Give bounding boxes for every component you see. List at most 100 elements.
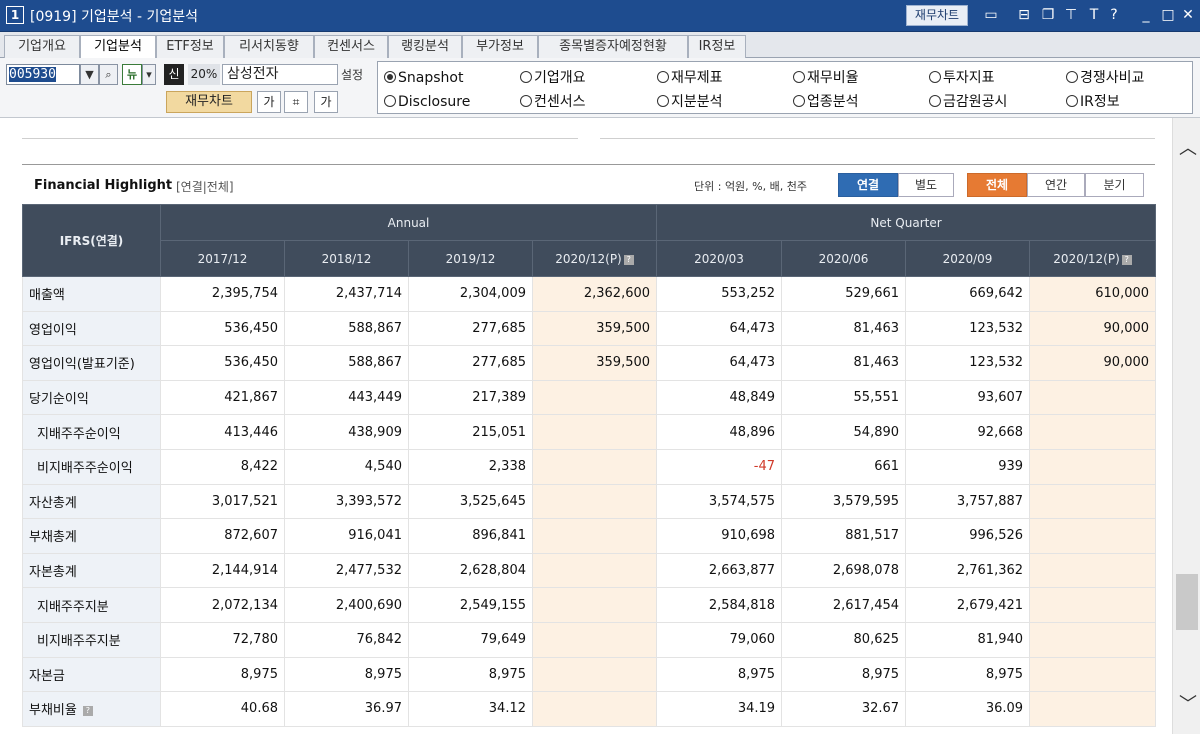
table-cell: 36.09 [905, 691, 1031, 727]
row-label[interactable]: 영업이익(발표기준) [22, 345, 161, 381]
radio-dot [520, 71, 532, 83]
column-header: 2020/12(P)? [531, 240, 658, 277]
tab-company-overview[interactable]: 기업개요 [4, 35, 80, 58]
section-separator [22, 164, 1155, 165]
radio-disclosure[interactable]: Disclosure [384, 93, 470, 111]
company-name-field[interactable]: 삼성전자 [222, 64, 338, 85]
tab-company-analysis[interactable]: 기업분석 [80, 35, 156, 59]
info-icon[interactable]: ? [1121, 254, 1132, 265]
tab-consensus[interactable]: 컨센서스 [314, 35, 388, 58]
stock-code-input[interactable]: 005930 [6, 64, 80, 85]
separate-button[interactable]: 별도 [898, 173, 954, 197]
table-cell: 3,017,521 [160, 483, 285, 520]
period-all-button[interactable]: 전체 [967, 173, 1027, 197]
row-label[interactable]: 부채비율? [22, 691, 161, 727]
row-label[interactable]: 매출액 [22, 276, 161, 312]
table-cell: 359,500 [531, 310, 658, 347]
table-cell: 55,551 [781, 379, 907, 416]
table-cell [531, 587, 658, 623]
table-cell [531, 483, 658, 520]
table-cell: 2,144,914 [160, 552, 285, 589]
table-cell: 8,422 [160, 448, 285, 485]
font-decrease-button[interactable]: 가 [314, 91, 338, 113]
radio-snapshot[interactable]: Snapshot [384, 69, 463, 87]
info-icon[interactable]: ? [623, 254, 634, 265]
row-label[interactable]: 자산총계 [22, 483, 161, 520]
table-cell: 123,532 [905, 310, 1031, 347]
table-cell: 610,000 [1029, 276, 1157, 312]
view-selector: Snapshot 기업개요 재무제표 재무비율 투자지표 경쟁사비교 Discl… [377, 61, 1193, 114]
help-icon[interactable]: ? [1106, 7, 1122, 23]
close-icon[interactable]: ✕ [1180, 7, 1196, 23]
maximize-icon[interactable]: □ [1160, 7, 1176, 23]
financial-chart-button[interactable]: 재무차트 [166, 91, 252, 113]
period-quarter-button[interactable]: 분기 [1085, 173, 1144, 197]
column-header-label: 2020/09 [942, 251, 993, 266]
scroll-thumb[interactable] [1176, 574, 1198, 630]
table-row: 비지배주주지분 72,780 76,842 79,649 79,060 80,625 81,… [22, 621, 1157, 658]
scroll-down-icon[interactable]: ﹀ [1179, 690, 1197, 716]
font-icon[interactable]: T [1086, 7, 1102, 23]
table-cell: 2,338 [408, 448, 533, 485]
news-button[interactable]: 뉴 [122, 64, 142, 85]
tab-additional-info[interactable]: 부가정보 [462, 35, 538, 58]
table-cell: 916,041 [284, 518, 409, 554]
row-label[interactable]: 지배주주지분 [22, 587, 161, 623]
row-label[interactable]: 영업이익 [22, 310, 161, 347]
financial-chart-title-button[interactable]: 재무차트 [906, 5, 968, 26]
table-cell [1029, 552, 1157, 589]
row-label[interactable]: 자본총계 [22, 552, 161, 589]
news-dropdown-button[interactable]: ▾ [142, 64, 156, 85]
radio-competitor-comparison[interactable]: 경쟁사비교 [1066, 69, 1144, 87]
tab-capital-increase-schedule[interactable]: 종목별증자예정현황 [538, 35, 688, 58]
column-header: 2020/06 [781, 240, 907, 277]
row-label-text: 자본금 [29, 668, 65, 684]
row-label[interactable]: 자본금 [22, 656, 161, 693]
radio-financial-statements[interactable]: 재무제표 [657, 69, 723, 87]
radio-consensus[interactable]: 컨센서스 [520, 93, 586, 111]
radio-dot [793, 71, 805, 83]
font-increase-button[interactable]: 가 [257, 91, 281, 113]
column-header-row: 2017/12 2018/12 2019/12 2020/12(P)? 2020/03 2… [23, 240, 1157, 277]
radio-shareholding[interactable]: 지분분석 [657, 93, 723, 111]
table-row: 영업이익 536,450 588,867 277,685 359,500 64,473 81… [22, 310, 1157, 347]
radio-investment-indicators[interactable]: 투자지표 [929, 69, 995, 87]
row-label-text: 지배주주순이익 [37, 426, 121, 442]
tab-ranking-analysis[interactable]: 랭킹분석 [388, 35, 462, 58]
fit-screen-icon[interactable]: ⌗ [284, 91, 308, 113]
table-cell [1029, 518, 1157, 554]
scroll-up-icon[interactable]: ︿ [1179, 134, 1197, 160]
consolidated-button[interactable]: 연결 [838, 173, 898, 197]
code-dropdown-button[interactable]: ▼ [80, 64, 99, 85]
vertical-scrollbar[interactable]: ︿ ﹀ [1172, 118, 1200, 734]
radio-industry-analysis[interactable]: 업종분석 [793, 93, 859, 111]
monitor-icon[interactable]: ▭ [983, 7, 999, 23]
period-annual-button[interactable]: 연간 [1027, 173, 1085, 197]
radio-ir-info[interactable]: IR정보 [1066, 93, 1120, 111]
copy-icon[interactable]: ❐ [1040, 7, 1056, 23]
pin-icon[interactable]: ⊤ [1063, 7, 1079, 23]
row-label[interactable]: 당기순이익 [22, 379, 161, 416]
tab-etf-info[interactable]: ETF정보 [156, 35, 224, 58]
table-cell [1029, 587, 1157, 623]
row-label-text: 부채비율 [29, 703, 77, 719]
layout-icon[interactable]: ⊟ [1016, 7, 1032, 23]
table-cell [531, 691, 658, 727]
radio-fss-disclosure[interactable]: 금감원공시 [929, 93, 1007, 111]
table-cell: 2,698,078 [781, 552, 907, 589]
row-label[interactable]: 부채총계 [22, 518, 161, 554]
setting-button[interactable]: 설정 [341, 66, 363, 83]
radio-company-overview[interactable]: 기업개요 [520, 69, 586, 87]
tab-ir-info[interactable]: IR정보 [688, 35, 746, 58]
row-label[interactable]: 지배주주순이익 [22, 414, 161, 450]
table-cell: 2,437,714 [284, 276, 409, 312]
radio-financial-ratios[interactable]: 재무비율 [793, 69, 859, 87]
tab-research-trend[interactable]: 리서치동향 [224, 35, 314, 58]
table-cell [531, 518, 658, 554]
row-label[interactable]: 비지배주주순이익 [22, 448, 161, 485]
row-label-text: 당기순이익 [29, 392, 89, 408]
row-label[interactable]: 비지배주주지분 [22, 621, 161, 658]
minimize-icon[interactable]: _ [1138, 7, 1154, 23]
info-icon[interactable]: ? [82, 706, 93, 717]
search-icon[interactable]: ⌕ [99, 64, 118, 85]
